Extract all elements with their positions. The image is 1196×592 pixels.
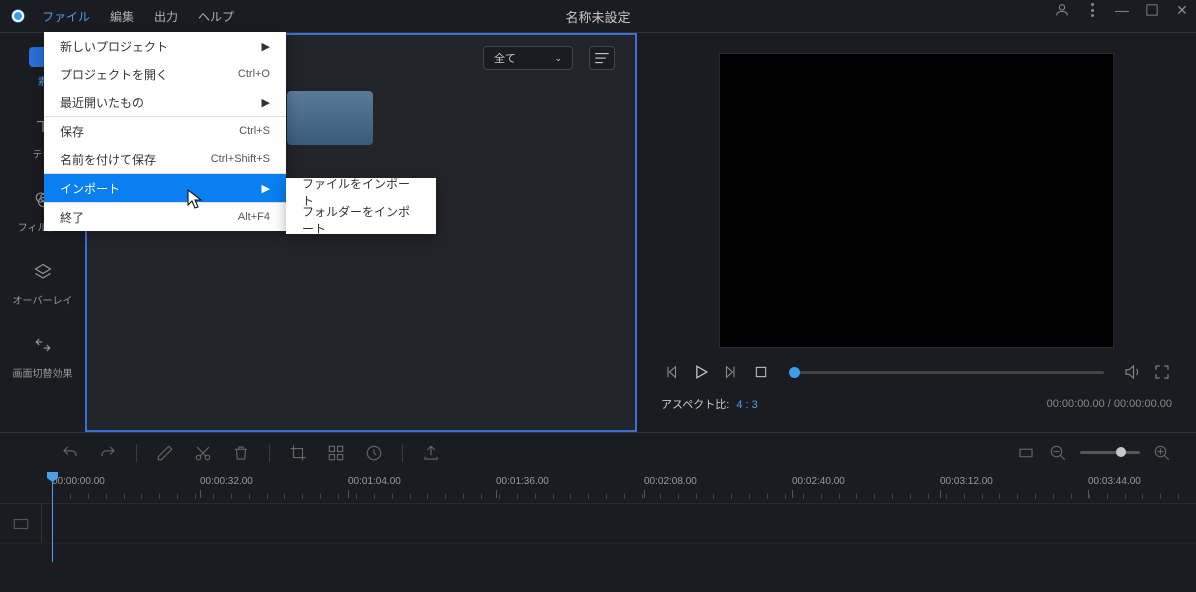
- shortcut-label: Alt+F4: [238, 211, 270, 223]
- media-filter-select[interactable]: 全て ⌄: [483, 46, 573, 70]
- play-button[interactable]: [691, 362, 711, 382]
- menu-item-label: 終了: [60, 209, 84, 226]
- sidebar-item-overlay[interactable]: オーバーレイ: [13, 258, 73, 307]
- kebab-menu-icon[interactable]: [1084, 2, 1100, 18]
- fullscreen-icon[interactable]: [1152, 362, 1172, 382]
- cut-tool[interactable]: [193, 443, 213, 463]
- ruler-tick: 00:01:04.00: [348, 476, 401, 487]
- aspect-label-group: アスペクト比: 4 : 3: [661, 396, 758, 412]
- sidebar-item-transition[interactable]: 画面切替効果: [13, 331, 73, 380]
- menu-bar: ファイル 編集 出力 ヘルプ: [36, 4, 240, 29]
- sidebar-item-label: 画面切替効果: [13, 365, 73, 380]
- import-submenu: ファイルをインポート フォルダーをインポート: [286, 178, 436, 234]
- scrubber-handle[interactable]: [789, 367, 800, 378]
- timeline-ruler[interactable]: 00:00:00.00 00:00:32.00 00:01:04.00 00:01:3…: [0, 472, 1196, 504]
- menu-new-project[interactable]: 新しいプロジェクト ▶: [44, 32, 286, 60]
- ruler-tick: 00:03:12.00: [940, 476, 993, 487]
- menu-item-label: インポート: [60, 180, 120, 197]
- menu-item-label: プロジェクトを開く: [60, 66, 168, 83]
- export-button[interactable]: [421, 443, 441, 463]
- zoom-slider[interactable]: [1080, 451, 1140, 454]
- menu-item-label: 最近開いたもの: [60, 94, 144, 111]
- ruler-tick: 00:01:36.00: [496, 476, 549, 487]
- menu-open-project[interactable]: プロジェクトを開く Ctrl+O: [44, 60, 286, 88]
- menu-save-as[interactable]: 名前を付けて保存 Ctrl+Shift+S: [44, 145, 286, 173]
- menu-exit[interactable]: 終了 Alt+F4: [44, 203, 286, 231]
- submenu-import-file[interactable]: ファイルをインポート: [286, 178, 436, 206]
- preview-panel: アスペクト比: 4 : 3 00:00:00.00 / 00:00:00.00: [637, 33, 1196, 432]
- edit-tool[interactable]: [155, 443, 175, 463]
- overlay-icon: [29, 258, 57, 286]
- mosaic-tool[interactable]: [326, 443, 346, 463]
- speed-tool[interactable]: [364, 443, 384, 463]
- submenu-import-folder[interactable]: フォルダーをインポート: [286, 206, 436, 234]
- menu-recent[interactable]: 最近開いたもの ▶: [44, 88, 286, 116]
- stop-button[interactable]: [751, 362, 771, 382]
- preview-scrubber[interactable]: [789, 371, 1104, 374]
- menu-edit[interactable]: 編集: [104, 4, 140, 29]
- ruler-tick: 00:00:32.00: [200, 476, 253, 487]
- menu-save[interactable]: 保存 Ctrl+S: [44, 117, 286, 145]
- menu-output[interactable]: 出力: [148, 4, 184, 29]
- app-logo: [8, 6, 28, 26]
- zoom-handle[interactable]: [1116, 447, 1126, 457]
- timeline-tracks: [0, 504, 1196, 564]
- window-title: 名称未設定: [565, 7, 630, 26]
- ruler-tick: 00:02:08.00: [644, 476, 697, 487]
- ruler-tick: 00:02:40.00: [792, 476, 845, 487]
- chevron-right-icon: ▶: [262, 182, 270, 195]
- maximize-button[interactable]: [1144, 2, 1160, 18]
- toolbar-divider: [269, 444, 270, 462]
- menu-help[interactable]: ヘルプ: [192, 4, 240, 29]
- ruler-tick: 00:00:00.00: [52, 476, 105, 487]
- select-value: 全て: [494, 50, 516, 66]
- zoom-out-button[interactable]: [1048, 443, 1068, 463]
- preview-timecode: 00:00:00.00 / 00:00:00.00: [1047, 398, 1172, 410]
- sort-button[interactable]: [589, 46, 615, 70]
- crop-tool[interactable]: [288, 443, 308, 463]
- delete-button[interactable]: [231, 443, 251, 463]
- chevron-right-icon: ▶: [262, 96, 270, 109]
- player-controls: [661, 362, 1172, 382]
- track-header[interactable]: [0, 504, 42, 543]
- undo-button[interactable]: [60, 443, 80, 463]
- timeline-toolbar: [0, 432, 1196, 472]
- preview-canvas: [719, 53, 1114, 348]
- shortcut-label: Ctrl+O: [238, 68, 270, 80]
- toolbar-divider: [136, 444, 137, 462]
- redo-button[interactable]: [98, 443, 118, 463]
- shortcut-label: Ctrl+S: [239, 125, 270, 137]
- ruler-tick: 00:03:44.00: [1088, 476, 1141, 487]
- user-icon[interactable]: [1054, 2, 1070, 18]
- volume-icon[interactable]: [1122, 362, 1142, 382]
- zoom-in-button[interactable]: [1152, 443, 1172, 463]
- preview-info-row: アスペクト比: 4 : 3 00:00:00.00 / 00:00:00.00: [661, 396, 1172, 412]
- shortcut-label: Ctrl+Shift+S: [211, 153, 270, 165]
- sidebar-item-label: オーバーレイ: [13, 292, 73, 307]
- title-bar: ファイル 編集 出力 ヘルプ 名称未設定 — ✕: [0, 0, 1196, 32]
- playhead[interactable]: [52, 472, 53, 562]
- chevron-down-icon: ⌄: [554, 53, 562, 64]
- zoom-controls: [1016, 443, 1172, 463]
- menu-item-label: 保存: [60, 123, 84, 140]
- next-frame-button[interactable]: [721, 362, 741, 382]
- aspect-label: アスペクト比:: [661, 399, 729, 411]
- minimize-button[interactable]: —: [1114, 2, 1130, 18]
- menu-file[interactable]: ファイル: [36, 4, 96, 29]
- close-button[interactable]: ✕: [1174, 2, 1190, 18]
- menu-import[interactable]: インポート ▶: [44, 174, 286, 202]
- transition-icon: [29, 331, 57, 359]
- fit-zoom-button[interactable]: [1016, 443, 1036, 463]
- menu-item-label: 名前を付けて保存: [60, 151, 156, 168]
- prev-frame-button[interactable]: [661, 362, 681, 382]
- aspect-value: 4 : 3: [736, 399, 757, 411]
- chevron-right-icon: ▶: [262, 40, 270, 53]
- file-dropdown-menu: 新しいプロジェクト ▶ プロジェクトを開く Ctrl+O 最近開いたもの ▶ 保…: [44, 32, 286, 231]
- video-track[interactable]: [0, 504, 1196, 544]
- toolbar-divider: [402, 444, 403, 462]
- media-thumbnail[interactable]: [287, 91, 373, 145]
- menu-item-label: 新しいプロジェクト: [60, 38, 168, 55]
